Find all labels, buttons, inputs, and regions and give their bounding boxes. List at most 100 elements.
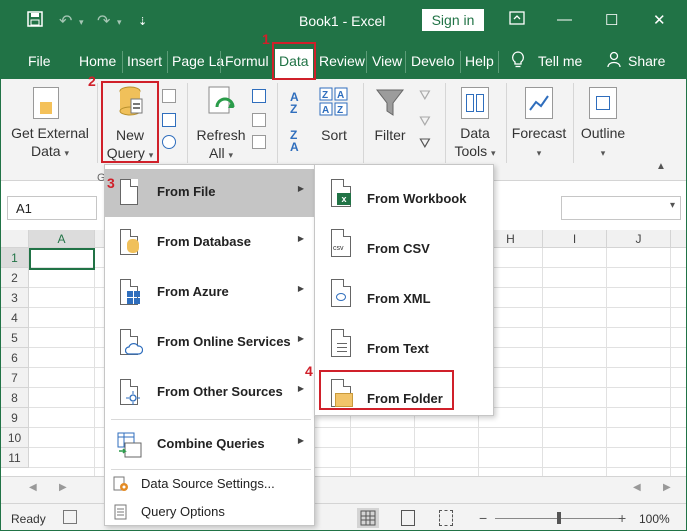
row-header[interactable]: 2 bbox=[1, 268, 29, 288]
undo-icon[interactable]: ↶ bbox=[59, 11, 72, 31]
window-title: Book1 - Excel bbox=[299, 13, 386, 29]
row-header[interactable]: 7 bbox=[1, 368, 29, 388]
undo-dropdown-icon[interactable]: ▾ bbox=[79, 17, 84, 28]
zoom-slider-thumb[interactable] bbox=[557, 512, 561, 524]
tell-me-search[interactable]: Tell me bbox=[538, 53, 582, 69]
redo-icon[interactable]: ↷ bbox=[97, 11, 110, 31]
minimize-icon[interactable]: — bbox=[557, 11, 572, 28]
sort-label: Sort bbox=[321, 127, 347, 143]
sheet-scroll-left-icon[interactable]: ◀ bbox=[29, 482, 37, 493]
submenu-arrow-icon: ▶ bbox=[297, 284, 304, 293]
edit-links-icon[interactable] bbox=[252, 135, 266, 149]
show-queries-icon[interactable] bbox=[162, 89, 176, 103]
svg-text:Z: Z bbox=[337, 105, 343, 116]
menu-item-label: Data Source Settings... bbox=[141, 476, 275, 491]
tab-home[interactable]: Home bbox=[79, 53, 116, 69]
clear-filter-icon[interactable]: ⛛ bbox=[419, 87, 431, 104]
lightbulb-icon[interactable] bbox=[511, 51, 525, 74]
menu-item-from-other-sources[interactable]: From Other Sources ▶ bbox=[105, 369, 314, 417]
annotation-number: 2 bbox=[88, 73, 96, 89]
hscroll-left-icon[interactable]: ◀ bbox=[633, 482, 641, 493]
select-all-corner[interactable] bbox=[1, 230, 29, 248]
save-icon[interactable] bbox=[27, 11, 43, 32]
sort-az-icon[interactable]: AZ bbox=[290, 91, 299, 115]
annotation-number: 4 bbox=[305, 363, 313, 379]
menu-item-from-csv[interactable]: csv From CSV bbox=[315, 219, 493, 267]
menu-item-combine-queries[interactable]: Combine Queries ▶ bbox=[105, 421, 314, 469]
selected-cell-a1[interactable] bbox=[29, 248, 95, 270]
properties-icon[interactable] bbox=[252, 113, 266, 127]
menu-item-from-azure[interactable]: From Azure ▶ bbox=[105, 269, 314, 317]
tab-developer[interactable]: Develo bbox=[411, 53, 455, 69]
tab-insert[interactable]: Insert bbox=[127, 53, 162, 69]
tab-file[interactable]: File bbox=[28, 53, 51, 69]
row-header[interactable]: 1 bbox=[1, 248, 29, 268]
page-layout-view-icon[interactable] bbox=[401, 510, 415, 526]
collapse-ribbon-icon[interactable]: ▲ bbox=[656, 161, 666, 172]
tab-help[interactable]: Help bbox=[465, 53, 494, 69]
sign-in-button[interactable]: Sign in bbox=[422, 9, 484, 31]
menu-item-label: From Text bbox=[367, 341, 429, 356]
tab-review[interactable]: Review bbox=[319, 53, 365, 69]
menu-item-from-text[interactable]: From Text bbox=[315, 319, 493, 367]
tab-page-layout[interactable]: Page La bbox=[172, 53, 224, 69]
connections-icon[interactable] bbox=[252, 89, 266, 103]
menu-item-from-file[interactable]: From File ▶ bbox=[105, 169, 314, 217]
formula-input[interactable] bbox=[561, 196, 681, 220]
sheet-scroll-right-icon[interactable]: ▶ bbox=[59, 482, 67, 493]
tab-view[interactable]: View bbox=[372, 53, 402, 69]
tab-formulas[interactable]: Formul bbox=[225, 53, 269, 69]
zoom-out-button[interactable]: − bbox=[479, 510, 487, 526]
ribbon-display-options-icon[interactable] bbox=[509, 11, 525, 29]
row-header[interactable]: 6 bbox=[1, 348, 29, 368]
menu-item-from-workbook[interactable]: x From Workbook bbox=[315, 169, 493, 217]
zoom-in-button[interactable]: + bbox=[618, 510, 626, 526]
menu-item-label: From XML bbox=[367, 291, 431, 306]
expand-formula-bar-icon[interactable]: ▾ bbox=[670, 200, 675, 211]
zoom-level[interactable]: 100% bbox=[639, 512, 670, 526]
text-file-icon bbox=[329, 329, 353, 359]
column-header[interactable]: A bbox=[29, 230, 95, 248]
row-header[interactable]: 9 bbox=[1, 408, 29, 428]
data-tools-icon bbox=[461, 87, 489, 119]
normal-view-icon[interactable] bbox=[357, 508, 379, 528]
close-icon[interactable]: ✕ bbox=[653, 11, 666, 29]
svg-text:A: A bbox=[322, 105, 329, 116]
menu-item-label: From Database bbox=[157, 234, 251, 249]
row-header[interactable]: 8 bbox=[1, 388, 29, 408]
menu-item-data-source-settings[interactable]: Data Source Settings... bbox=[105, 471, 314, 497]
redo-dropdown-icon[interactable]: ▾ bbox=[117, 17, 122, 28]
menu-item-from-xml[interactable]: From XML bbox=[315, 269, 493, 317]
hscroll-right-icon[interactable]: ▶ bbox=[663, 482, 671, 493]
submenu-arrow-icon: ▶ bbox=[297, 436, 304, 445]
forecast-icon bbox=[525, 87, 553, 119]
maximize-icon[interactable]: ☐ bbox=[605, 11, 618, 29]
customize-qat-icon[interactable]: ⇣ bbox=[138, 15, 147, 28]
get-external-label-2: Data bbox=[31, 143, 61, 159]
menu-item-from-database[interactable]: From Database ▶ bbox=[105, 219, 314, 267]
reapply-filter-icon[interactable]: ⛛ bbox=[419, 113, 431, 130]
row-header[interactable]: 5 bbox=[1, 328, 29, 348]
share-button[interactable]: Share bbox=[628, 53, 665, 69]
file-icon bbox=[117, 179, 141, 207]
recent-sources-icon[interactable] bbox=[162, 135, 176, 149]
csv-file-icon: csv bbox=[329, 229, 353, 259]
name-box[interactable]: A1 bbox=[7, 196, 97, 220]
advanced-filter-icon[interactable]: ⛛ bbox=[419, 135, 431, 152]
menu-item-from-online-services[interactable]: From Online Services ▶ bbox=[105, 319, 314, 367]
row-header[interactable]: 11 bbox=[1, 448, 29, 468]
row-header[interactable]: 4 bbox=[1, 308, 29, 328]
submenu-arrow-icon: ▶ bbox=[297, 184, 304, 193]
column-header[interactable]: I bbox=[543, 230, 607, 248]
macro-record-icon[interactable] bbox=[63, 510, 77, 524]
page-break-view-icon[interactable] bbox=[439, 510, 453, 526]
column-header[interactable]: J bbox=[607, 230, 671, 248]
row-header[interactable]: 3 bbox=[1, 288, 29, 308]
row-header[interactable]: 10 bbox=[1, 428, 29, 448]
sort-za-icon[interactable]: ZA bbox=[290, 129, 299, 153]
from-table-icon[interactable] bbox=[162, 113, 176, 127]
status-ready: Ready bbox=[11, 512, 46, 526]
excel-window: ↶ ▾ ↷ ▾ ⇣ Book1 - Excel Sign in — ☐ ✕ Fi… bbox=[0, 0, 687, 531]
menu-item-query-options[interactable]: Query Options bbox=[105, 499, 314, 525]
share-person-icon[interactable] bbox=[607, 51, 623, 72]
